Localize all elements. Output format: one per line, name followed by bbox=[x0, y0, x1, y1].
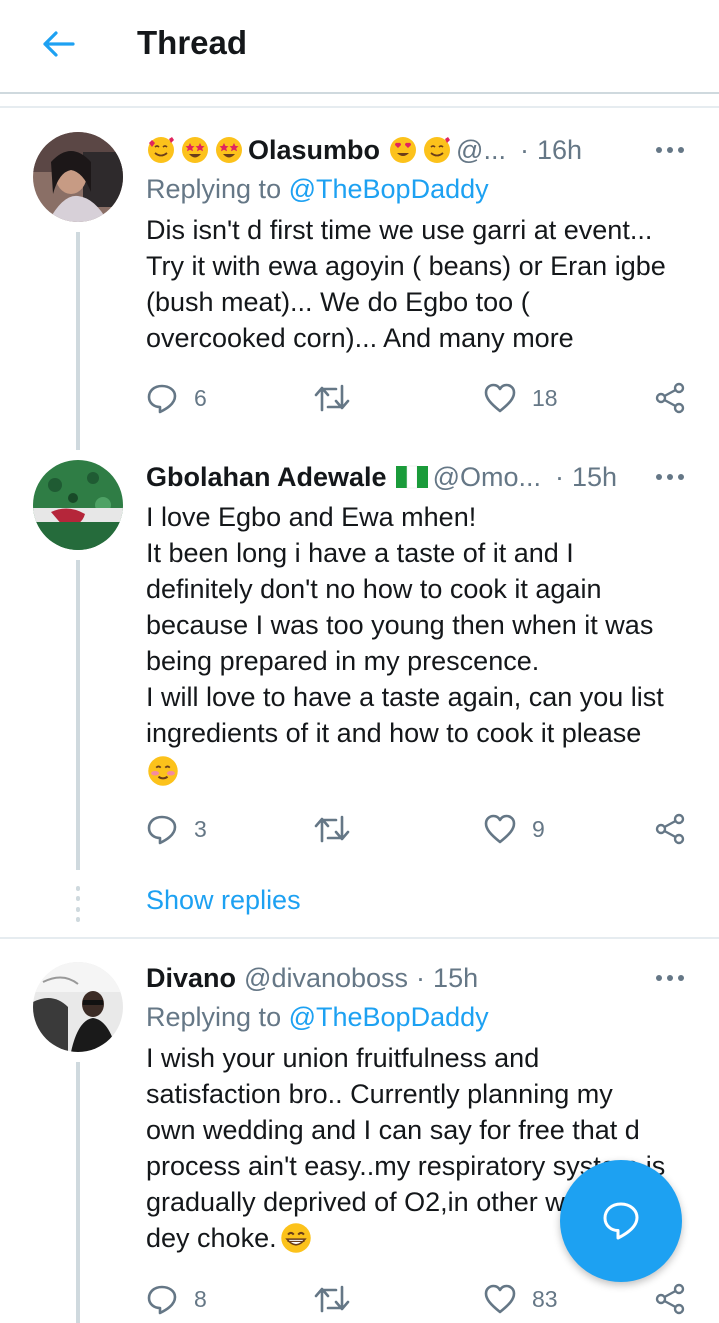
tweet-actions: 8 83 bbox=[146, 1281, 691, 1317]
avatar[interactable] bbox=[33, 962, 123, 1052]
like-button[interactable]: 83 bbox=[484, 1281, 558, 1317]
grinning-emoji-icon bbox=[279, 1221, 313, 1255]
tweet-line: own wedding and I can say for free that … bbox=[146, 1115, 640, 1145]
reply-icon bbox=[147, 1285, 177, 1315]
more-button[interactable] bbox=[653, 963, 687, 993]
thread-line bbox=[76, 1062, 80, 1323]
reply-count: 8 bbox=[194, 1285, 207, 1312]
compose-reply-icon bbox=[603, 1202, 639, 1240]
display-name[interactable]: Divano bbox=[146, 963, 236, 994]
tweet-divano[interactable]: Divano @divanoboss · 15h Replying to @Th… bbox=[0, 0, 719, 1323]
mention-link[interactable]: @TheBopDaddy bbox=[289, 1002, 489, 1032]
tweet-header: Divano @divanoboss · 15h bbox=[146, 958, 478, 998]
replying-to-label: Replying to bbox=[146, 1002, 289, 1032]
replying-to: Replying to @TheBopDaddy bbox=[146, 1002, 489, 1033]
timestamp[interactable]: 15h bbox=[433, 963, 478, 994]
tweet-line: satisfaction bro.. Currently planning my bbox=[146, 1079, 613, 1109]
heart-icon bbox=[484, 1284, 516, 1314]
reply-button[interactable]: 8 bbox=[146, 1281, 207, 1317]
share-icon bbox=[655, 1283, 685, 1315]
share-button[interactable] bbox=[654, 1281, 686, 1317]
compose-reply-button[interactable] bbox=[560, 1160, 682, 1282]
user-handle[interactable]: @divanoboss bbox=[244, 963, 408, 994]
tweet-line: I wish your union fruitfulness and bbox=[146, 1043, 540, 1073]
retweet-button[interactable] bbox=[314, 1281, 350, 1317]
tweet-line: dey choke. bbox=[146, 1223, 277, 1253]
like-count: 83 bbox=[532, 1285, 558, 1312]
retweet-icon bbox=[314, 1285, 350, 1313]
separator-dot: · bbox=[416, 962, 426, 993]
more-icon bbox=[656, 975, 684, 981]
